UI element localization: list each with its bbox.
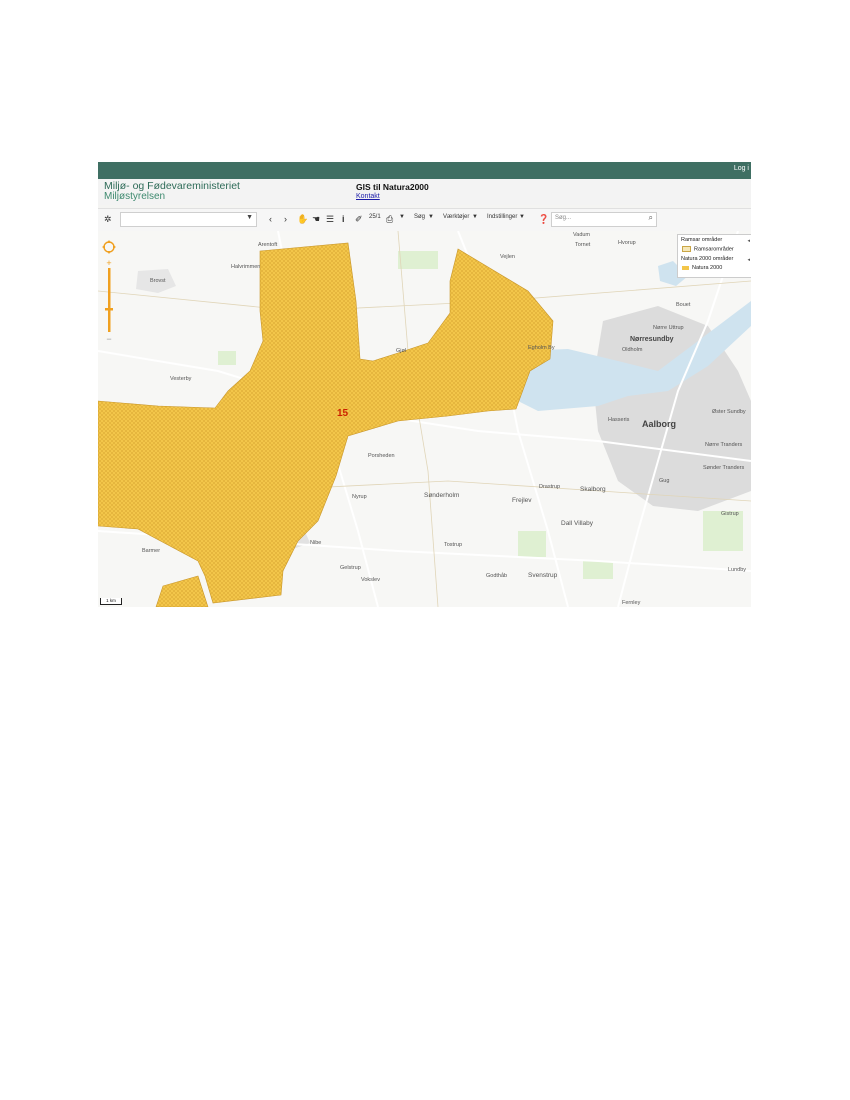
- place-label: Svenstrup: [528, 572, 558, 579]
- place-label: Oldholm: [622, 347, 643, 353]
- map-toolbar: ✲ ▼ ‹ › ✋ ☚ ☰ i ✐ 25/1 ⎙ ▼ Søg ▼ Værktøj…: [98, 208, 751, 232]
- place-label: Porsheden: [368, 453, 395, 459]
- legend-item-label: Natura 2000: [692, 265, 723, 271]
- zoom-out-button[interactable]: −: [106, 334, 111, 344]
- layer-select[interactable]: ▼: [120, 212, 257, 227]
- legend-item-ramsar: Ramsarområder: [682, 246, 734, 252]
- place-label: Gug: [659, 478, 670, 484]
- legend-item-label: Ramsarområder: [694, 246, 734, 253]
- chevron-down-icon: ▼: [428, 214, 434, 220]
- zoom-control: + −: [102, 240, 116, 344]
- search-input[interactable]: Søg... ⌕: [551, 212, 657, 227]
- place-label: Egholm By: [528, 345, 555, 351]
- natura-swatch-icon: [682, 265, 689, 270]
- chevron-down-icon: ▼: [472, 214, 478, 220]
- legend-item-natura: Natura 2000: [682, 265, 722, 271]
- place-label: Arentoft: [258, 242, 278, 248]
- login-link[interactable]: Log i: [734, 165, 749, 172]
- zoom-in-button[interactable]: +: [106, 258, 111, 268]
- forward-icon[interactable]: ›: [284, 213, 287, 225]
- print-icon[interactable]: ⎙: [386, 213, 393, 225]
- gis-application-screenshot: Log i Miljø- og Fødevareministeriet Milj…: [98, 162, 751, 607]
- place-label: Gistrup: [721, 511, 739, 517]
- info-icon[interactable]: i: [342, 213, 345, 225]
- agency-name: Miljøstyrelsen: [104, 191, 166, 202]
- place-label: Vadum: [573, 232, 591, 238]
- app-title: GIS til Natura2000: [356, 182, 429, 192]
- contact-link[interactable]: Kontakt: [356, 193, 380, 200]
- menu-search[interactable]: Søg: [414, 214, 425, 220]
- ramsar-swatch-icon: [682, 246, 691, 252]
- place-label: Nørre Uttrup: [653, 325, 684, 331]
- scale-bar: 1 km: [100, 598, 122, 605]
- pan-hand-icon[interactable]: ✋: [297, 213, 308, 225]
- place-label: Vokslev: [361, 577, 380, 583]
- place-label: Lundby: [728, 567, 747, 573]
- place-label: Øster Sundby: [712, 409, 746, 415]
- place-label: Vejlen: [500, 254, 515, 260]
- city-label-norresundby: Nørresundby: [630, 336, 674, 343]
- help-icon[interactable]: ❓: [538, 213, 549, 225]
- place-label: Bouet: [676, 302, 691, 308]
- pan-control-icon[interactable]: [102, 240, 116, 254]
- place-label: Skalborg: [580, 486, 606, 493]
- place-label: Vesterby: [170, 376, 192, 382]
- place-label: Gelstrup: [340, 565, 361, 571]
- place-label: Hasseris: [608, 417, 630, 423]
- place-label: Nyrup: [352, 494, 367, 500]
- place-label: Dall Villaby: [561, 520, 594, 527]
- place-label: Nibe: [310, 540, 322, 546]
- legend-group-ramsar[interactable]: Ramsar områder: [681, 237, 722, 243]
- chevron-down-icon: ▼: [246, 214, 253, 221]
- search-icon[interactable]: ⌕: [649, 213, 653, 223]
- zoom-slider-track[interactable]: [108, 268, 111, 332]
- chevron-down-icon: ▼: [399, 214, 405, 220]
- zoom-slider-handle[interactable]: [105, 308, 113, 311]
- map-legend: Ramsar områder ◂ Ramsarområder Natura 20…: [677, 234, 751, 278]
- top-bar: Log i: [98, 162, 751, 179]
- menu-settings[interactable]: Indstillinger: [487, 214, 517, 220]
- city-label-aalborg: Aalborg: [642, 419, 677, 429]
- search-placeholder: Søg...: [555, 215, 572, 221]
- place-label: Godthåb: [486, 573, 508, 579]
- collapse-icon[interactable]: ◂: [747, 238, 750, 244]
- place-label: Fernley: [622, 600, 641, 606]
- settings-icon[interactable]: ✲: [104, 213, 112, 225]
- place-label: Sønder Tranders: [703, 465, 745, 471]
- place-label: Brovst: [150, 278, 166, 284]
- measure-icon[interactable]: ✐: [355, 213, 363, 225]
- place-label: Hvorup: [618, 240, 636, 246]
- menu-list-icon[interactable]: ☰: [326, 213, 334, 225]
- collapse-icon[interactable]: ◂: [747, 257, 750, 263]
- place-label: Drastrup: [539, 484, 561, 490]
- header: Miljø- og Fødevareministeriet Miljøstyre…: [98, 179, 751, 205]
- place-label: Gjøl: [396, 348, 407, 354]
- place-label: Frejlev: [512, 497, 532, 504]
- menu-tools[interactable]: Værktøjer: [443, 214, 469, 220]
- chevron-down-icon: ▼: [519, 214, 525, 220]
- place-label: Halvrimmen: [231, 264, 261, 270]
- back-icon[interactable]: ‹: [269, 213, 272, 225]
- place-label: Nørre Tranders: [705, 442, 743, 448]
- select-icon[interactable]: ☚: [312, 213, 320, 225]
- place-label: Tornet: [575, 242, 591, 248]
- legend-group-natura[interactable]: Natura 2000 områder: [681, 256, 733, 262]
- scale-value[interactable]: 25/1: [369, 214, 381, 220]
- place-label: Sønderholm: [424, 492, 460, 499]
- place-label: Tostrup: [444, 542, 463, 548]
- natura-area-number: 15: [337, 408, 349, 419]
- place-label: Barmer: [142, 548, 161, 554]
